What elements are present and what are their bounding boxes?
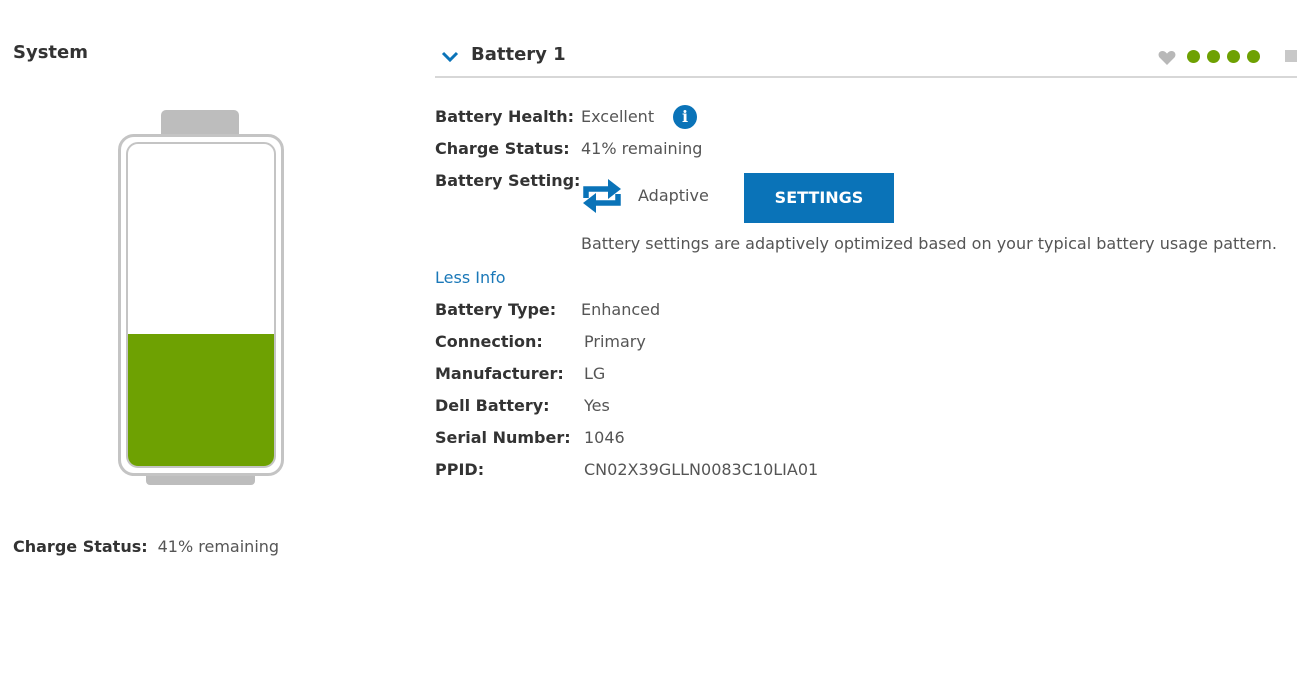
charge-status-value: 41% remaining	[581, 139, 703, 158]
left-charge-status: Charge Status: 41% remaining	[13, 537, 279, 556]
adaptive-setting-value: Adaptive	[638, 186, 709, 205]
connection-value: Primary	[584, 332, 646, 351]
battery-panel-header[interactable]: Battery 1	[435, 40, 1297, 78]
health-dot	[1247, 50, 1260, 63]
battery-inner	[126, 142, 276, 468]
charge-status-label: Charge Status:	[13, 537, 148, 556]
battery-setting-label: Battery Setting:	[435, 171, 581, 190]
system-title: System	[13, 42, 88, 63]
health-dot	[1207, 50, 1220, 63]
battery-charge-fill	[128, 333, 274, 466]
manufacturer-label: Manufacturer:	[435, 364, 564, 383]
connection-label: Connection:	[435, 332, 543, 351]
ppid-value: CN02X39GLLN0083C10LIA01	[584, 460, 819, 479]
dell-battery-value: Yes	[584, 396, 610, 415]
battery-setting-description: Battery settings are adaptively optimize…	[581, 234, 1277, 253]
battery-health-dots	[1187, 50, 1260, 63]
charge-status-value: 41% remaining	[157, 537, 280, 556]
health-dot	[1187, 50, 1200, 63]
battery-type-value: Enhanced	[581, 300, 661, 319]
panel-end-marker	[1285, 50, 1297, 62]
info-icon[interactable]: i	[673, 105, 697, 129]
adaptive-cycle-icon	[583, 179, 621, 213]
battery-health-label: Battery Health:	[435, 107, 574, 126]
battery-title[interactable]: Battery 1	[471, 44, 566, 65]
ppid-label: PPID:	[435, 460, 485, 479]
settings-button[interactable]: SETTINGS	[744, 173, 894, 223]
health-dot	[1227, 50, 1240, 63]
heart-icon	[1158, 51, 1176, 65]
battery-health-value: Excellent	[581, 107, 655, 126]
battery-body	[118, 134, 284, 476]
charge-status-label: Charge Status:	[435, 139, 570, 158]
less-info-link[interactable]: Less Info	[435, 268, 506, 287]
battery-level-graphic	[118, 110, 284, 486]
dell-battery-label: Dell Battery:	[435, 396, 550, 415]
chevron-down-icon[interactable]	[441, 48, 459, 66]
manufacturer-value: LG	[584, 364, 606, 383]
serial-number-value: 1046	[584, 428, 625, 447]
serial-number-label: Serial Number:	[435, 428, 571, 447]
battery-type-label: Battery Type:	[435, 300, 557, 319]
